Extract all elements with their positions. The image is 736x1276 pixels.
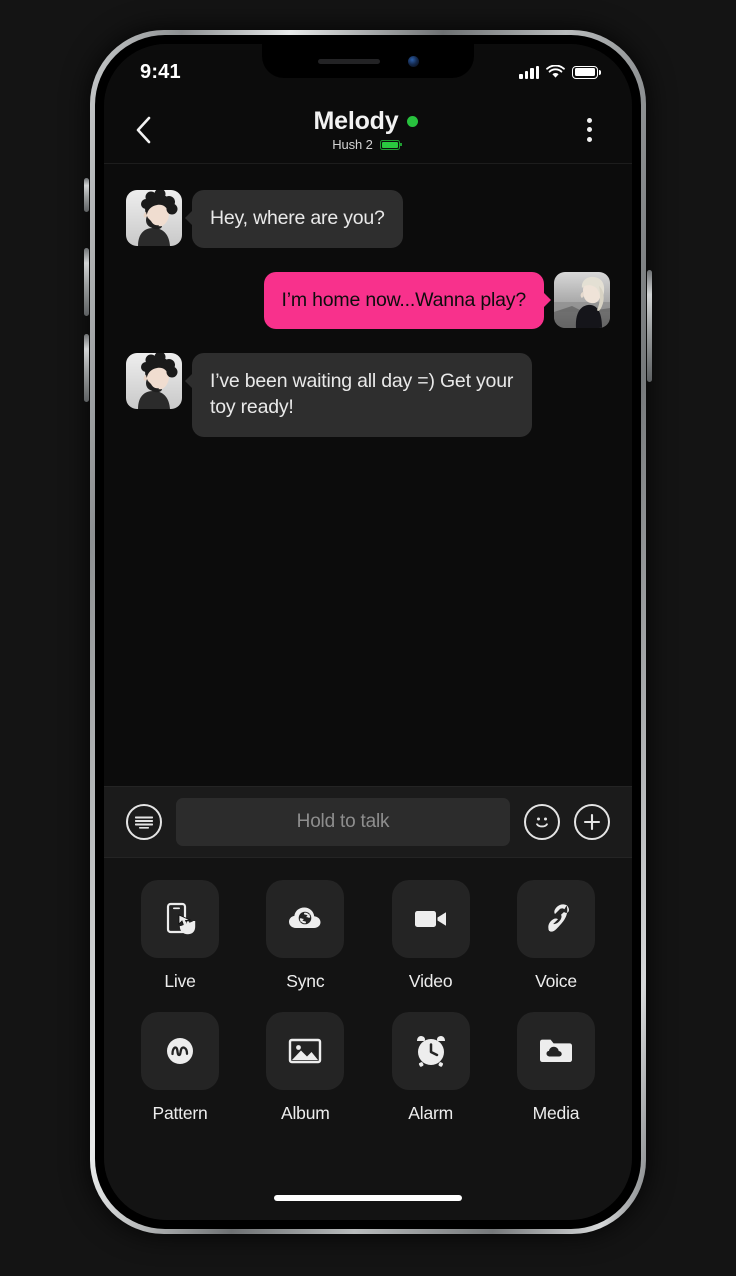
smiley-icon (536, 817, 548, 828)
phone-screen: 9:41 Melody Hush 2 Hey, where are you? I… (104, 44, 632, 1220)
home-indicator-bar[interactable] (274, 1195, 462, 1201)
action-label: Pattern (152, 1103, 208, 1123)
user-avatar-female (554, 271, 610, 328)
action-label: Album (281, 1103, 330, 1123)
action-tile (266, 1012, 345, 1090)
action-tile (266, 880, 345, 958)
action-label: Media (532, 1103, 580, 1123)
cloud-sync-icon (289, 907, 321, 928)
action-label: Alarm (408, 1103, 453, 1123)
online-status-dot (407, 116, 419, 127)
contact-avatar[interactable] (126, 353, 182, 410)
phone-bezel: 9:41 Melody Hush 2 Hey, where are you? I… (95, 35, 641, 1229)
battery-icon (572, 65, 601, 79)
action-label: Sync (286, 971, 325, 991)
action-label: Voice (535, 971, 577, 991)
earpiece-speaker-icon (317, 58, 380, 64)
more-vertical-icon-dot (586, 127, 592, 132)
alarm-clock-icon (416, 1036, 445, 1067)
action-tile (141, 1012, 219, 1090)
emoji-button[interactable] (524, 804, 560, 840)
mute-switch-button[interactable] (84, 178, 89, 212)
image-icon (289, 1038, 322, 1064)
hold-to-talk-button[interactable]: Hold to talk (176, 798, 510, 846)
chat-title: Melody (313, 107, 399, 135)
action-video[interactable]: Video (389, 880, 473, 992)
action-label: Video (408, 971, 453, 991)
keyboard-icon (135, 816, 153, 829)
message-bubble[interactable]: I’m home now...Wanna play? (263, 271, 552, 330)
phone-frame: 9:41 Melody Hush 2 Hey, where are you? I… (84, 30, 652, 1234)
device-name-label: Hush 2 (332, 137, 373, 152)
contact-avatar-male (126, 353, 182, 410)
action-media[interactable]: Media (514, 1012, 598, 1124)
front-camera-icon (407, 55, 419, 67)
action-tile (391, 880, 470, 958)
notch (262, 44, 474, 78)
action-panel: Live Sync Video Voice Pattern Album Alar… (104, 858, 632, 1176)
chat-title-row: Melody (314, 107, 419, 136)
action-sync[interactable]: Sync (263, 880, 347, 992)
hold-to-talk-label: Hold to talk (296, 811, 390, 832)
message-list[interactable]: Hey, where are you? I’m home now...Wanna… (104, 164, 632, 786)
volume-down-button[interactable] (84, 334, 89, 402)
message-row-incoming: Hey, where are you? (126, 190, 610, 248)
message-bubble-wrap: I’m home now...Wanna play? (263, 271, 552, 330)
action-tile (391, 1012, 470, 1090)
action-tile (141, 880, 219, 958)
action-row-2: Pattern Album Alarm Media (138, 1012, 598, 1124)
message-row-incoming: I’ve been waiting all day =) Get your to… (126, 353, 610, 437)
status-bar-time: 9:41 (140, 60, 181, 83)
phone-handset-icon (548, 904, 569, 932)
contact-avatar-male (126, 190, 182, 246)
device-battery-icon (379, 139, 402, 150)
message-bubble[interactable]: I’ve been waiting all day =) Get your to… (185, 353, 532, 437)
message-row-outgoing: I’m home now...Wanna play? (126, 271, 610, 330)
contact-avatar[interactable] (126, 190, 182, 246)
wifi-icon (546, 65, 565, 78)
more-options-button[interactable] (568, 109, 610, 151)
add-attachment-button[interactable] (574, 804, 610, 840)
message-bubble[interactable]: Hey, where are you? (185, 190, 403, 248)
more-vertical-icon-dot (586, 136, 592, 142)
action-tile (516, 1012, 595, 1090)
back-button[interactable] (122, 109, 164, 151)
user-avatar[interactable] (554, 271, 610, 328)
volume-up-button[interactable] (84, 248, 89, 316)
action-live[interactable]: Live (138, 880, 222, 992)
action-tile (516, 880, 595, 958)
home-indicator-area (104, 1176, 632, 1220)
message-bubble-wrap: I’ve been waiting all day =) Get your to… (185, 353, 532, 437)
video-camera-icon (414, 911, 446, 927)
action-album[interactable]: Album (263, 1012, 347, 1124)
folder-cloud-icon (539, 1039, 572, 1062)
phone-tap-icon (166, 902, 196, 935)
wave-pattern-icon (167, 1038, 193, 1064)
screenshot-canvas: 9:41 Melody Hush 2 Hey, where are you? I… (0, 0, 736, 1276)
action-label: Live (164, 971, 196, 991)
status-bar-indicators (519, 61, 601, 79)
action-alarm[interactable]: Alarm (389, 1012, 473, 1124)
power-button[interactable] (647, 270, 652, 382)
message-bubble-wrap: Hey, where are you? (185, 190, 403, 248)
device-status-row: Hush 2 (332, 137, 402, 152)
message-input-bar: Hold to talk (104, 786, 632, 858)
more-vertical-icon-dot (586, 117, 592, 123)
chevron-left-icon (136, 116, 150, 143)
action-voice[interactable]: Voice (514, 880, 598, 992)
chat-header-center: Melody Hush 2 (164, 107, 568, 152)
keyboard-toggle-button[interactable] (126, 804, 162, 840)
cellular-signal-icon (519, 65, 539, 79)
action-row-1: Live Sync Video Voice (138, 880, 598, 992)
plus-icon (583, 813, 601, 831)
chat-header: Melody Hush 2 (104, 96, 632, 164)
action-pattern[interactable]: Pattern (138, 1012, 222, 1124)
